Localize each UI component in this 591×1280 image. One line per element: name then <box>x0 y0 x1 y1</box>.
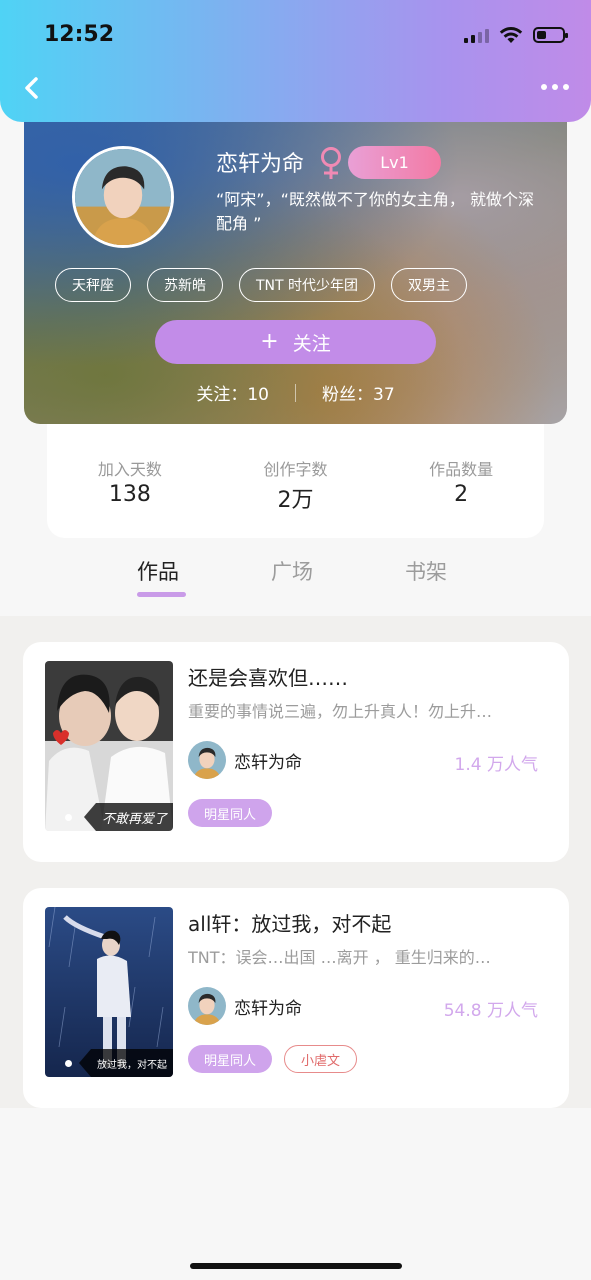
signal-icon <box>464 27 489 43</box>
follow-stats: 关注：10 粉丝：37 <box>24 380 567 405</box>
avatar-image <box>188 741 226 779</box>
genre-tag[interactable]: 明星同人 <box>188 1045 273 1073</box>
work-card[interactable]: 不敢再爱了 还是会喜欢但…… 重要的事情说三遍，勿上升真人！勿上升… 恋轩为命 … <box>23 642 569 862</box>
popularity-count: 54.8 万人气 <box>443 1001 538 1021</box>
follow-button[interactable]: + 关注 <box>155 320 436 364</box>
bio-line: 配角 ” <box>216 214 262 233</box>
chevron-left-icon <box>25 77 38 99</box>
stats-card: 加入天数 138 创作字数 2万 作品数量 2 <box>47 418 544 538</box>
status-time: 12:52 <box>44 22 115 47</box>
profile-tag[interactable]: 苏新皓 <box>147 268 223 302</box>
author-row: 恋轩为命 <box>188 741 302 779</box>
bio-text: “阿宋”，“既然做不了你的女主角， 就做个深 配角 ” <box>216 188 567 236</box>
top-bar: 12:52 <box>0 0 591 122</box>
stat-value: 2 <box>454 482 469 507</box>
avatar-image <box>188 987 226 1025</box>
work-title: 还是会喜欢但…… <box>188 666 348 690</box>
stat-value: 138 <box>108 482 151 507</box>
genre-tags: 明星同人 小虐文 <box>188 1045 358 1073</box>
more-dot-icon <box>552 84 558 90</box>
works-list: 不敢再爱了 还是会喜欢但…… 重要的事情说三遍，勿上升真人！勿上升… 恋轩为命 … <box>0 616 591 1108</box>
cover-dot <box>65 1060 72 1067</box>
profile-header-card: 恋轩为命 Lv1 “阿宋”，“既然做不了你的女主角， 就做个深 配角 ” 天秤座… <box>24 100 567 424</box>
author-name: 恋轩为命 <box>234 998 302 1019</box>
profile-tag[interactable]: 天秤座 <box>55 268 131 302</box>
cover-caption: 放过我，对不起 <box>79 1049 173 1077</box>
stat-work-count: 作品数量 2 <box>401 456 521 538</box>
stat-word-count: 创作字数 2万 <box>235 456 355 538</box>
following-count[interactable]: 关注：10 <box>196 380 269 405</box>
work-description: TNT：误会…出国 …离开 ， 重生归来的… <box>188 948 491 967</box>
plus-icon: + <box>260 329 279 354</box>
follow-label: 关注 <box>292 332 331 355</box>
home-indicator <box>190 1263 402 1269</box>
wifi-icon <box>499 27 523 43</box>
more-dot-icon <box>563 84 569 90</box>
profile-tag[interactable]: 双男主 <box>391 268 468 302</box>
level-badge: Lv1 <box>348 146 441 179</box>
tab-indicator <box>137 592 186 597</box>
author-avatar <box>188 987 226 1025</box>
work-description: 重要的事情说三遍，勿上升真人！勿上升… <box>188 702 493 721</box>
avatar-image <box>75 149 171 245</box>
tab-bookshelf[interactable]: 书架 <box>405 556 447 586</box>
stat-join-days: 加入天数 138 <box>70 456 190 538</box>
genre-tag[interactable]: 小虐文 <box>284 1045 358 1073</box>
divider <box>295 383 296 402</box>
bio-line: “阿宋”，“既然做不了你的女主角， 就做个深 <box>216 190 534 209</box>
more-button[interactable] <box>541 84 569 90</box>
avatar[interactable] <box>72 146 174 248</box>
author-avatar <box>188 741 226 779</box>
popularity-count: 1.4 万人气 <box>454 755 538 775</box>
tab-bar: 作品 广场 书架 <box>0 552 591 616</box>
stat-value: 2万 <box>277 488 314 513</box>
work-card[interactable]: 放过我，对不起 all轩：放过我，对不起 TNT：误会…出国 …离开 ， 重生归… <box>23 888 569 1108</box>
stat-label: 作品数量 <box>429 460 494 479</box>
author-name: 恋轩为命 <box>234 752 302 773</box>
stat-label: 创作字数 <box>263 460 328 479</box>
author-row: 恋轩为命 <box>188 987 302 1025</box>
cover-caption: 不敢再爱了 <box>83 803 173 831</box>
more-dot-icon <box>541 84 547 90</box>
back-button[interactable] <box>18 74 46 102</box>
nickname: 恋轩为命 <box>216 152 305 177</box>
tab-works[interactable]: 作品 <box>137 556 179 586</box>
stat-label: 加入天数 <box>97 460 162 479</box>
work-title: all轩：放过我，对不起 <box>188 912 392 936</box>
work-cover: 放过我，对不起 <box>45 907 173 1077</box>
work-cover: 不敢再爱了 <box>45 661 173 831</box>
status-icons <box>464 26 568 44</box>
battery-icon <box>533 27 568 43</box>
fans-count[interactable]: 粉丝：37 <box>322 380 395 405</box>
genre-tags: 明星同人 <box>188 799 273 827</box>
cover-dot <box>65 814 72 821</box>
profile-tags: 天秤座 苏新皓 TNT 时代少年团 双男主 <box>55 268 468 302</box>
profile-tag[interactable]: TNT 时代少年团 <box>239 268 376 302</box>
tab-plaza[interactable]: 广场 <box>271 556 313 586</box>
genre-tag[interactable]: 明星同人 <box>188 799 273 827</box>
female-icon <box>321 147 341 179</box>
